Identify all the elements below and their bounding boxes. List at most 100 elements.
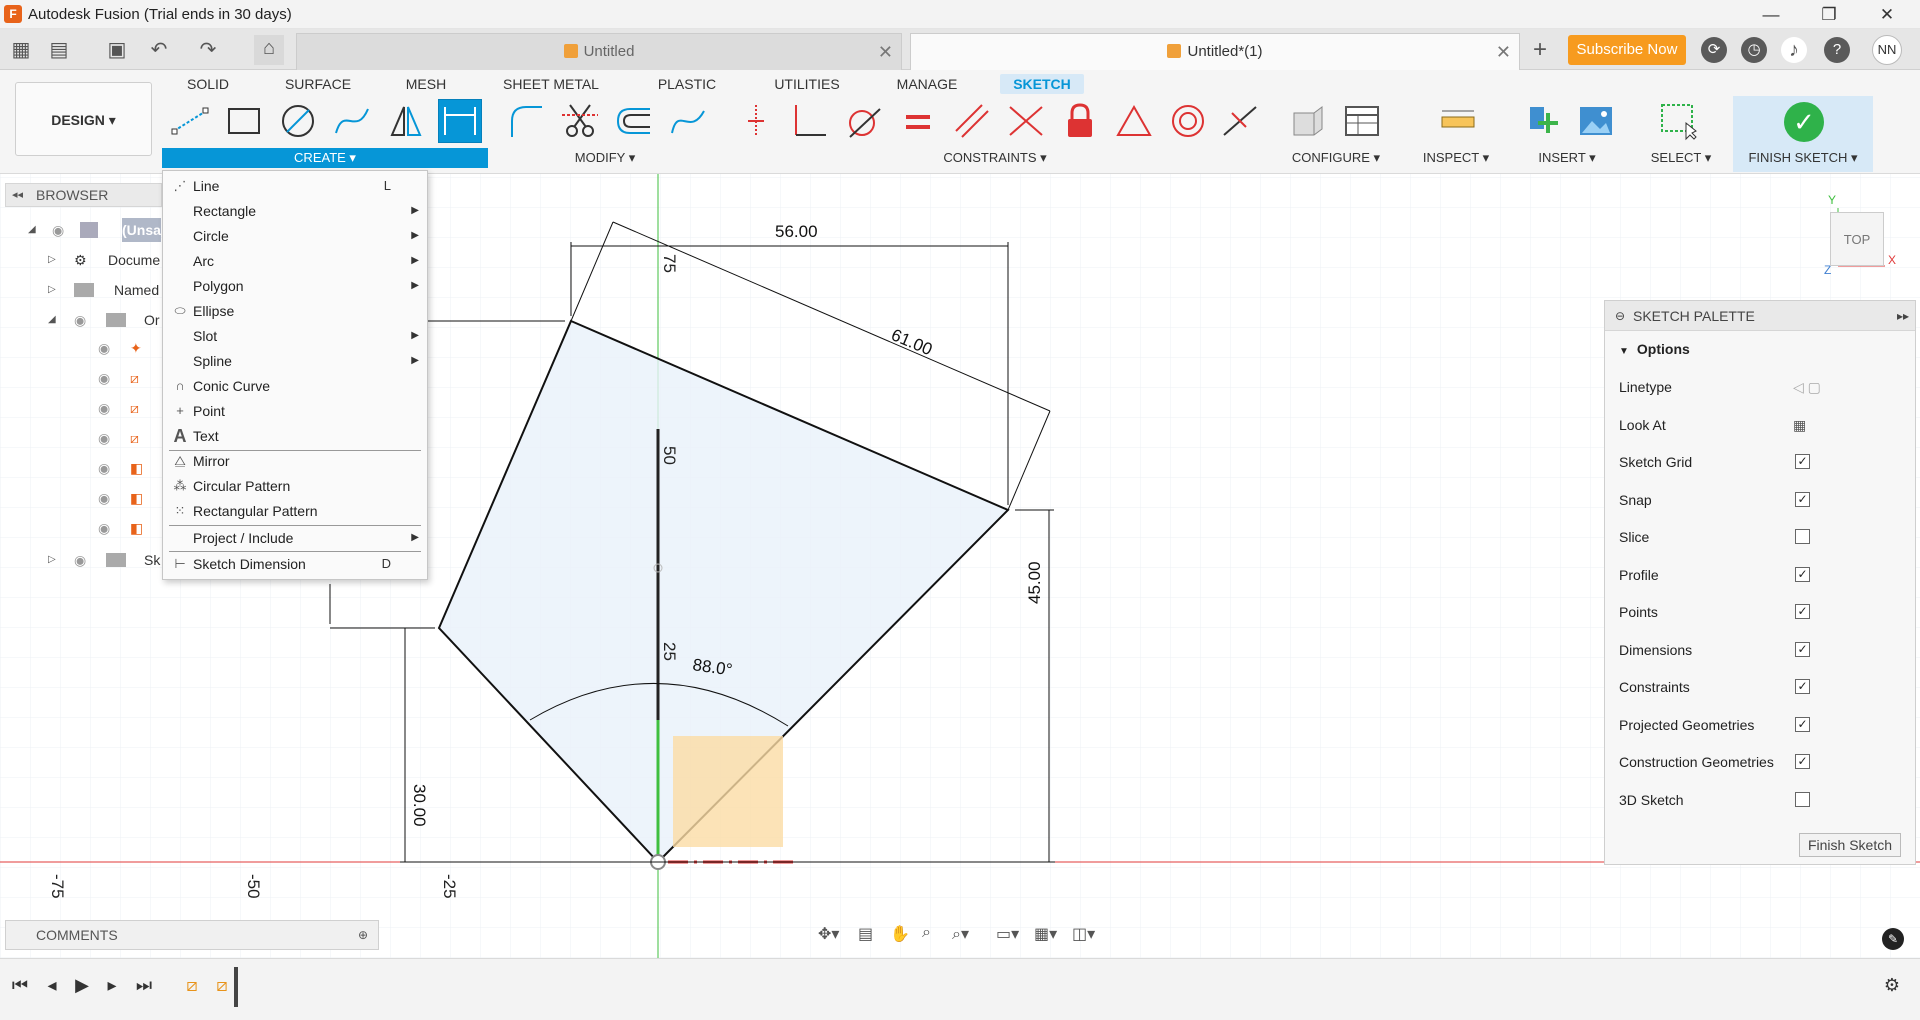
add-tab-icon[interactable]: + — [1527, 37, 1553, 63]
eye-icon[interactable]: ◉ — [98, 460, 110, 477]
grid-settings-icon[interactable]: ▦▾ — [1034, 924, 1057, 944]
extensions-icon[interactable]: ⟳ — [1701, 37, 1727, 63]
sketch-grid-checkbox[interactable]: ✓ — [1795, 454, 1810, 469]
configure-box-icon[interactable] — [1286, 99, 1330, 143]
insert-derive-icon[interactable] — [1520, 99, 1564, 143]
eye-icon[interactable]: ◉ — [98, 370, 110, 387]
go-to-end-icon[interactable]: ⏭ — [132, 975, 156, 996]
dim-30-label[interactable]: 30.00 — [410, 784, 429, 827]
tab-utilities[interactable]: UTILITIES — [768, 74, 846, 94]
settings-gear-icon[interactable]: ⚙ — [1880, 975, 1904, 996]
expand-icon[interactable]: ▷ — [48, 548, 56, 572]
tab-untitled-1[interactable]: Untitled*(1) ✕ — [910, 33, 1520, 70]
palette-finish-sketch-button[interactable]: Finish Sketch — [1799, 833, 1901, 857]
zoom-icon[interactable]: ⌕ — [922, 924, 931, 942]
check-icon[interactable]: ✓ — [1784, 102, 1824, 142]
perpendicular-icon[interactable] — [788, 99, 832, 143]
slice-checkbox[interactable] — [1795, 529, 1810, 544]
notifications-icon[interactable]: ♪ — [1781, 37, 1807, 63]
minus-circle-icon[interactable]: ⊖ — [1615, 301, 1625, 331]
insert-image-icon[interactable] — [1574, 99, 1618, 143]
constraints-checkbox[interactable]: ✓ — [1795, 679, 1810, 694]
finish-sketch-menu-button[interactable]: FINISH SKETCH ▾ — [1738, 150, 1868, 166]
fillet-tool-icon[interactable] — [504, 99, 548, 143]
viewports-icon[interactable]: ◫▾ — [1072, 924, 1095, 944]
subscribe-button[interactable]: Subscribe Now — [1568, 35, 1686, 65]
close-tab-icon[interactable]: ✕ — [1496, 34, 1511, 70]
spline-tool-icon[interactable] — [330, 99, 374, 143]
expand-icon[interactable]: ▷ — [48, 278, 56, 302]
sketch-feature-icon[interactable]: ⧄ — [210, 975, 234, 996]
menu-item-line[interactable]: ⋰ Line L — [163, 174, 427, 198]
tab-sketch[interactable]: SKETCH — [1000, 74, 1084, 94]
circle-tool-icon[interactable] — [276, 99, 320, 143]
eye-icon[interactable]: ◉ — [98, 400, 110, 417]
menu-item-polygon[interactable]: Polygon ▶ — [163, 274, 427, 298]
triangle-constraint-icon[interactable] — [1112, 99, 1156, 143]
browser-header[interactable]: ◂◂ BROWSER — [5, 183, 162, 207]
save-icon[interactable]: ▣ — [104, 37, 130, 63]
apps-grid-icon[interactable]: ▦ — [8, 37, 34, 63]
menu-item-point[interactable]: + Point — [163, 399, 427, 423]
trim-tool-icon[interactable] — [558, 99, 602, 143]
help-icon[interactable]: ? — [1824, 37, 1850, 63]
eye-icon[interactable]: ◉ — [74, 548, 86, 572]
menu-item-mirror[interactable]: ⧋ Mirror — [163, 449, 427, 473]
browser-row-origin[interactable]: ◢ ◉ Or — [48, 308, 162, 332]
dim-56-label[interactable]: 56.00 — [775, 222, 818, 241]
expand-icon[interactable]: ◢ — [28, 218, 36, 242]
concentric-icon[interactable] — [1166, 99, 1210, 143]
eye-icon[interactable]: ◉ — [74, 308, 86, 332]
equal-icon[interactable] — [896, 99, 940, 143]
modify-menu-button[interactable]: MODIFY ▾ — [560, 150, 650, 166]
browser-row-named-views[interactable]: ▷ Named — [48, 278, 162, 302]
add-comment-icon[interactable]: ⊕ — [358, 921, 368, 949]
browser-row-sketches[interactable]: ▷ ◉ Sk — [48, 548, 162, 572]
timeline-marker[interactable] — [234, 967, 238, 1007]
step-forward-icon[interactable]: ▸ — [100, 975, 124, 996]
sketch-feature-icon[interactable]: ⧄ — [180, 975, 204, 996]
inspect-menu-button[interactable]: INSPECT ▾ — [1416, 150, 1496, 166]
fix-lock-icon[interactable] — [1058, 99, 1102, 143]
points-checkbox[interactable]: ✓ — [1795, 604, 1810, 619]
options-section[interactable]: ▼ Options — [1619, 337, 1899, 361]
projected-geometries-checkbox[interactable]: ✓ — [1795, 717, 1810, 732]
close-tab-icon[interactable]: ✕ — [878, 34, 893, 70]
expand-right-icon[interactable]: ▸▸ — [1897, 301, 1909, 331]
feedback-icon[interactable]: ✎ — [1882, 928, 1904, 950]
pan-hand-icon[interactable]: ✋ — [890, 924, 910, 944]
parallel-icon[interactable] — [950, 99, 994, 143]
file-menu-icon[interactable]: ▤ — [46, 37, 72, 63]
menu-item-rectangular-pattern[interactable]: ⁙ Rectangular Pattern — [163, 499, 427, 523]
modify-spline-icon[interactable] — [666, 99, 710, 143]
expand-icon[interactable]: ◢ — [48, 308, 56, 332]
menu-item-project-include[interactable]: Project / Include ▶ — [163, 526, 427, 550]
menu-item-spline[interactable]: Spline ▶ — [163, 349, 427, 373]
go-to-start-icon[interactable]: ⏮ — [8, 975, 32, 996]
tab-mesh[interactable]: MESH — [398, 74, 454, 94]
browser-row-document-settings[interactable]: ▷ ⚙ Docume — [48, 248, 162, 272]
tab-manage[interactable]: MANAGE — [890, 74, 964, 94]
menu-item-sketch-dimension[interactable]: ⊢ Sketch Dimension D — [163, 552, 427, 576]
eye-icon[interactable]: ◉ — [98, 520, 110, 537]
offset-tool-icon[interactable] — [612, 99, 656, 143]
menu-item-text[interactable]: A Text — [163, 424, 427, 448]
collapse-triangle-icon[interactable]: ▼ — [1619, 346, 1629, 357]
browser-row-root[interactable]: ◢ ◉ (Unsa — [28, 218, 162, 242]
profile-checkbox[interactable]: ✓ — [1795, 567, 1810, 582]
menu-item-rectangle[interactable]: Rectangle ▶ — [163, 199, 427, 223]
menu-item-circular-pattern[interactable]: ⁂ Circular Pattern — [163, 474, 427, 498]
menu-item-arc[interactable]: Arc ▶ — [163, 249, 427, 273]
line-tool-icon[interactable] — [168, 99, 212, 143]
look-at-icon[interactable]: ▦ — [1793, 413, 1806, 437]
create-menu-button[interactable]: CREATE ▾ — [162, 148, 488, 168]
step-back-icon[interactable]: ◂ — [40, 975, 64, 996]
eye-icon[interactable]: ◉ — [52, 218, 64, 242]
tab-sheet-metal[interactable]: SHEET METAL — [496, 74, 606, 94]
eye-icon[interactable]: ◉ — [98, 430, 110, 447]
measure-ruler-icon[interactable] — [1436, 99, 1480, 143]
configure-menu-button[interactable]: CONFIGURE ▾ — [1286, 150, 1386, 166]
tab-solid[interactable]: SOLID — [178, 74, 238, 94]
construction-geometries-checkbox[interactable]: ✓ — [1795, 754, 1810, 769]
viewcube[interactable]: TOP — [1830, 212, 1884, 266]
